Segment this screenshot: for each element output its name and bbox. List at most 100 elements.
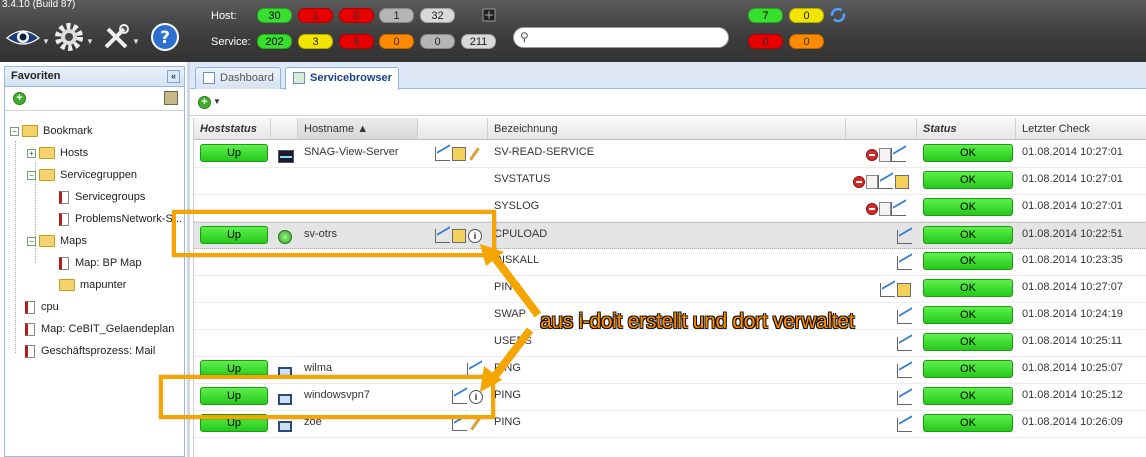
- graph-icon[interactable]: [880, 283, 895, 298]
- service-status-pill[interactable]: OK: [923, 226, 1013, 244]
- eye-menu-button[interactable]: ▼: [6, 22, 50, 52]
- host-up-count[interactable]: 30: [257, 8, 292, 23]
- archive-icon[interactable]: [164, 91, 178, 105]
- plugin-icon[interactable]: [866, 175, 878, 190]
- tree-item-problemsnetwork[interactable]: ProblemsNetwork-S...: [59, 211, 184, 227]
- service-name-cell[interactable]: SVSTATUS: [494, 168, 550, 195]
- service-status-pill[interactable]: OK: [923, 360, 1013, 378]
- service-status-pill[interactable]: OK: [923, 252, 1013, 270]
- graph-icon[interactable]: [897, 391, 912, 406]
- refresh-icon[interactable]: [830, 7, 846, 26]
- unplug-icon[interactable]: [481, 7, 497, 26]
- service-name-cell[interactable]: SV-READ-SERVICE: [494, 141, 594, 168]
- right-unknown-count[interactable]: 0: [789, 34, 824, 49]
- tree-item-servicegruppen[interactable]: − Servicegruppen: [27, 167, 137, 183]
- host-pending-count[interactable]: 1: [379, 8, 414, 23]
- collapse-panel-button[interactable]: «: [167, 70, 180, 83]
- tab-label: Dashboard: [220, 72, 274, 84]
- graph-icon[interactable]: [897, 256, 912, 271]
- service-name-cell[interactable]: PING: [494, 411, 521, 438]
- settings-menu-button[interactable]: ▼: [54, 22, 94, 52]
- tree-item-bp-map[interactable]: Map: BP Map: [59, 255, 141, 271]
- tree-item-servicegroups[interactable]: Servicegroups: [59, 189, 145, 205]
- stop-icon[interactable]: [853, 176, 865, 189]
- tree-item-hosts[interactable]: + Hosts: [27, 145, 88, 161]
- host-down-count[interactable]: 1: [298, 8, 333, 23]
- service-status-pill[interactable]: OK: [923, 171, 1013, 189]
- column-header-hoststatus[interactable]: Hoststatus: [194, 118, 271, 140]
- plugin-icon[interactable]: [879, 148, 891, 163]
- service-status-pill[interactable]: OK: [923, 198, 1013, 216]
- report-icon[interactable]: [452, 147, 466, 162]
- right-critical-count[interactable]: 0: [748, 34, 783, 49]
- table-row[interactable]: SVSTATUS OK 01.08.2014 10:27:01: [194, 168, 1146, 195]
- report-icon[interactable]: [897, 283, 911, 298]
- graph-icon[interactable]: [878, 175, 893, 190]
- edit-icon[interactable]: [468, 147, 480, 161]
- tab-dashboard[interactable]: Dashboard: [195, 67, 281, 89]
- service-pending-count[interactable]: 0: [420, 34, 455, 49]
- tree-item-maps[interactable]: − Maps: [27, 233, 87, 249]
- table-row[interactable]: PING OK 01.08.2014 10:27:07: [194, 276, 1146, 303]
- search-box[interactable]: ⚲: [513, 27, 729, 48]
- plugin-icon[interactable]: [879, 202, 891, 217]
- graph-icon[interactable]: [891, 202, 906, 217]
- service-critical-count[interactable]: 6: [339, 34, 374, 49]
- add-favorite-button[interactable]: +: [13, 92, 26, 105]
- column-header-hosticon[interactable]: [271, 118, 298, 140]
- collapse-icon[interactable]: −: [10, 126, 19, 136]
- help-button[interactable]: ?: [150, 22, 180, 52]
- service-status-pill[interactable]: OK: [923, 279, 1013, 297]
- tree-item-label: Maps: [60, 235, 87, 247]
- tree-item-bookmark[interactable]: − Bookmark: [10, 123, 93, 139]
- host-unreachable-count[interactable]: 0: [339, 8, 374, 23]
- column-header-letzter-check[interactable]: Letzter Check: [1016, 118, 1146, 140]
- graph-icon[interactable]: [435, 147, 450, 162]
- right-ok-count[interactable]: 7: [748, 8, 783, 23]
- graph-icon[interactable]: [897, 310, 912, 325]
- service-name-cell[interactable]: SYSLOG: [494, 195, 539, 222]
- column-header-serviceactions[interactable]: [846, 118, 917, 140]
- graph-icon[interactable]: [897, 337, 912, 352]
- service-warning-count[interactable]: 3: [298, 34, 333, 49]
- hostname-cell[interactable]: SNAG-View-Server: [304, 141, 399, 168]
- collapse-icon[interactable]: −: [27, 236, 36, 246]
- search-input[interactable]: [536, 30, 721, 45]
- column-header-bezeichnung[interactable]: Bezeichnung: [488, 118, 846, 140]
- table-row[interactable]: Up SNAG-View-Server SV-READ-SERVICE OK 0…: [194, 141, 1146, 168]
- host-total-count[interactable]: 32: [420, 8, 455, 23]
- service-total-count[interactable]: 211: [461, 34, 496, 49]
- host-status-pill[interactable]: Up: [200, 144, 268, 162]
- service-status-pill[interactable]: OK: [923, 333, 1013, 351]
- expand-icon[interactable]: +: [27, 148, 36, 158]
- graph-icon[interactable]: [897, 364, 912, 379]
- stop-icon[interactable]: [866, 149, 878, 162]
- service-ok-count[interactable]: 202: [257, 34, 292, 49]
- column-header-hostname[interactable]: Hostname ▲: [298, 118, 418, 140]
- last-check-cell: 01.08.2014 10:27:01: [1022, 146, 1123, 158]
- right-warning-count[interactable]: 0: [789, 8, 824, 23]
- edit-icon[interactable]: [469, 417, 481, 431]
- tree-item-geschaeftsprozess-mail[interactable]: Geschäftsprozess: Mail: [25, 343, 155, 359]
- service-status-pill[interactable]: OK: [923, 414, 1013, 432]
- tools-menu-button[interactable]: ▼: [102, 22, 140, 52]
- service-status-pill[interactable]: OK: [923, 144, 1013, 162]
- service-status-pill[interactable]: OK: [923, 387, 1013, 405]
- service-status-pill[interactable]: OK: [923, 306, 1013, 324]
- service-unknown-count[interactable]: 0: [379, 34, 414, 49]
- stop-icon[interactable]: [866, 203, 878, 216]
- column-header-hostactions[interactable]: [418, 118, 488, 140]
- column-header-status[interactable]: Status: [917, 118, 1016, 140]
- tree-item-cpu[interactable]: cpu: [25, 299, 59, 315]
- graph-icon[interactable]: [897, 230, 912, 245]
- report-icon[interactable]: [895, 175, 909, 190]
- graph-icon[interactable]: [891, 148, 906, 163]
- collapse-icon[interactable]: −: [27, 170, 36, 180]
- tree-item-label: Geschäftsprozess: Mail: [41, 345, 156, 357]
- table-row[interactable]: USERS OK 01.08.2014 10:25:11: [194, 330, 1146, 357]
- graph-icon[interactable]: [452, 417, 467, 432]
- tree-item-mapunter[interactable]: mapunter: [59, 277, 126, 293]
- tree-item-cebit-map[interactable]: Map: CeBIT_Gelaendeplan: [25, 321, 174, 337]
- graph-icon[interactable]: [897, 418, 912, 433]
- tab-servicebrowser[interactable]: Servicebrowser: [285, 67, 399, 90]
